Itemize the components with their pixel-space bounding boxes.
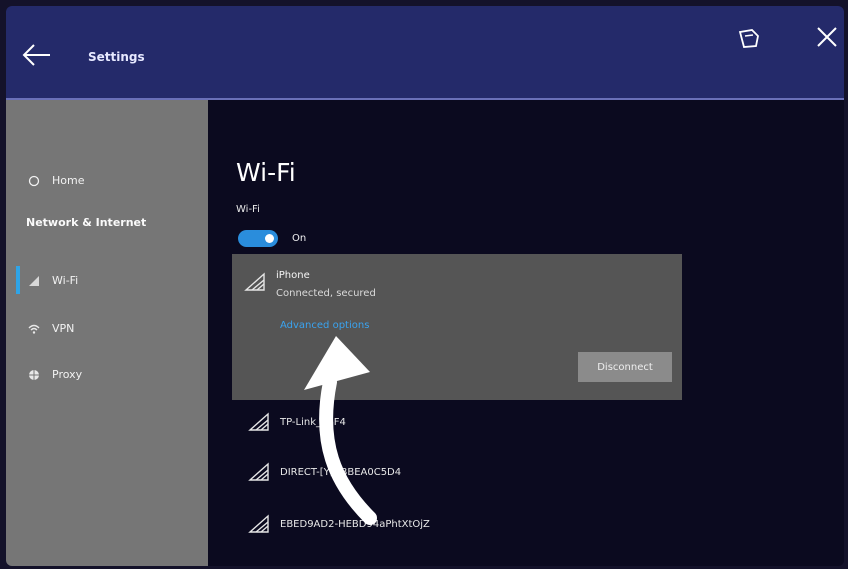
- network-status: Connected, secured: [276, 288, 376, 299]
- sidebar-item-home[interactable]: Home: [28, 174, 84, 187]
- active-indicator: [16, 266, 20, 294]
- network-name: DIRECT-[Y]BBBEA0C5D4: [280, 466, 402, 478]
- back-arrow-icon[interactable]: [20, 42, 52, 68]
- sidebar: Home Network & Internet Wi-Fi VPN Proxy: [6, 100, 208, 566]
- vpn-icon: [28, 324, 40, 334]
- sidebar-item-wifi[interactable]: Wi-Fi: [28, 274, 78, 287]
- network-name: TP-Link_84F4: [280, 416, 346, 428]
- sidebar-item-vpn[interactable]: VPN: [28, 322, 74, 335]
- wifi-icon: [29, 275, 39, 286]
- network-name: iPhone: [276, 270, 310, 281]
- toggle-knob: [265, 234, 274, 243]
- disconnect-button[interactable]: Disconnect: [578, 352, 672, 382]
- wifi-signal-icon: [248, 514, 269, 533]
- advanced-options-link[interactable]: Advanced options: [280, 320, 369, 331]
- network-name: EBED9AD2-HEBD94aPhtXtOjZ: [280, 518, 430, 530]
- sidebar-item-label: Wi-Fi: [52, 274, 79, 287]
- wifi-signal-icon: [248, 462, 269, 481]
- wifi-signal-icon: [244, 272, 265, 291]
- restore-icon[interactable]: [736, 26, 762, 50]
- wifi-page: Wi-Fi Wi-Fi On iPhone Connected, secured…: [208, 100, 844, 566]
- connected-network-card[interactable]: iPhone Connected, secured Advanced optio…: [232, 254, 682, 400]
- globe-icon: [29, 369, 39, 380]
- sidebar-item-label: Home: [52, 174, 85, 187]
- wifi-signal-icon: [248, 412, 269, 431]
- sidebar-item-label: VPN: [52, 322, 75, 335]
- page-title: Wi-Fi: [236, 158, 296, 187]
- wifi-toggle-label: Wi-Fi: [236, 204, 260, 215]
- wifi-toggle[interactable]: [238, 230, 278, 247]
- toggle-state-text: On: [292, 233, 307, 244]
- sidebar-heading: Network & Internet: [26, 216, 147, 229]
- network-list-item[interactable]: DIRECT-[Y]BBBEA0C5D4: [248, 462, 401, 482]
- close-icon[interactable]: [814, 24, 840, 50]
- network-list-item[interactable]: EBED9AD2-HEBD94aPhtXtOjZ: [248, 514, 430, 534]
- settings-window: Settings Home Network & Internet Wi-Fi V…: [6, 6, 844, 566]
- window-title: Settings: [88, 50, 145, 64]
- network-list-item[interactable]: TP-Link_84F4: [248, 412, 346, 432]
- sidebar-item-label: Proxy: [52, 368, 83, 381]
- home-icon: [28, 175, 40, 186]
- sidebar-item-proxy[interactable]: Proxy: [28, 368, 82, 381]
- title-bar: Settings: [6, 6, 844, 100]
